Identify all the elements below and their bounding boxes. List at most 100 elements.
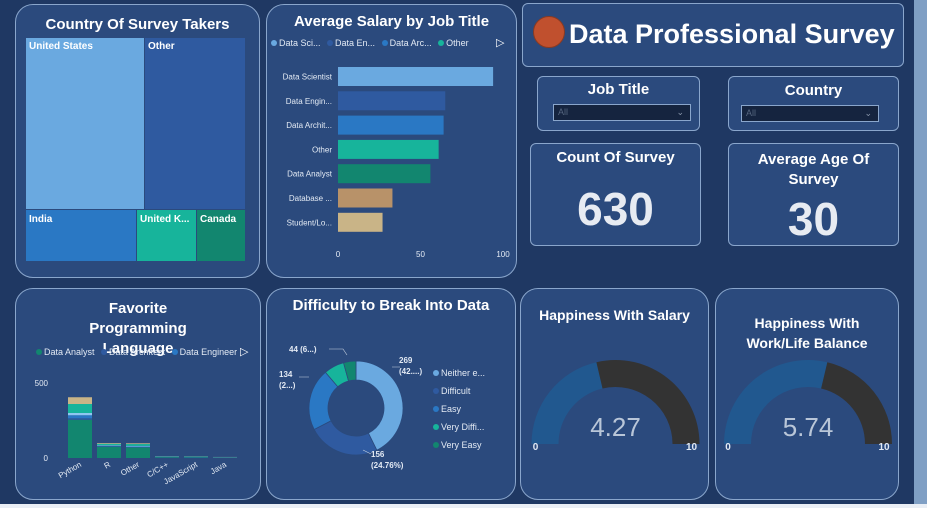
donut-slice <box>313 420 378 456</box>
x-tick-label: R <box>102 460 112 471</box>
language-bar-segment <box>97 446 121 458</box>
difficulty-card: Difficulty to Break Into Data 269 (42....… <box>266 288 516 500</box>
gauge-max-label: 10 <box>878 442 890 453</box>
language-legend: Data Analyst Data Architect Data Enginee… <box>36 347 241 357</box>
language-bar-segment <box>68 415 92 419</box>
salary-bar <box>338 139 439 159</box>
treemap-tile-canada[interactable]: Canada <box>197 210 245 261</box>
legend-item[interactable]: Easy <box>433 400 485 418</box>
language-bar-segment <box>97 445 121 446</box>
language-bar-segment <box>68 418 92 420</box>
salary-bar <box>338 67 494 86</box>
language-bar-segment <box>68 413 92 416</box>
x-tick-label: Other <box>119 460 141 478</box>
y-tick-label: Data Archit... <box>286 121 332 130</box>
data-label: 44 (6...) <box>289 345 317 354</box>
country-dropdown[interactable]: All ⌄ <box>741 105 879 122</box>
country-card: Country Of Survey Takers United States O… <box>15 4 260 278</box>
salary-bar-chart[interactable]: Data Scientist Data Engin... Data Archit..… <box>267 45 517 275</box>
job-title-value: All <box>558 107 569 117</box>
leader-line <box>329 348 348 356</box>
job-title-label: Job Title <box>587 81 650 98</box>
country-label: Country <box>784 82 843 99</box>
language-bar-segment <box>126 446 150 448</box>
y-tick-label: Student/Lo... <box>287 218 332 227</box>
window-right-edge <box>914 0 927 508</box>
country-treemap[interactable]: United States Other India United K... Ca… <box>26 38 245 261</box>
logo-icon <box>533 16 565 48</box>
chevron-down-icon: ⌄ <box>676 107 684 117</box>
happiness-salary-title: Happiness With Salary <box>539 307 690 323</box>
balance-gauge[interactable]: 5.74 0 10 <box>716 334 899 494</box>
data-label: (24.76%) <box>371 461 404 470</box>
treemap-label: United States <box>29 41 93 52</box>
gauge-value-label: 5.74 <box>783 412 834 442</box>
country-card-title: Country Of Survey Takers <box>45 16 230 33</box>
salary-card: Average Salary by Job Title Data Sci... … <box>266 4 517 278</box>
salary-bar <box>338 188 393 208</box>
header-banner: Data Professional Survey <box>522 3 904 67</box>
happiness-balance-card: Happiness With Work/Life Balance 5.74 0 10 <box>715 288 899 500</box>
language-bar-segment <box>126 445 150 447</box>
play-icon[interactable]: ▷ <box>240 345 248 358</box>
legend-item[interactable]: Very Easy <box>433 436 485 454</box>
treemap-label: Canada <box>200 214 237 225</box>
difficulty-legend: Neither e... Difficult Easy Very Diffi..… <box>433 364 485 454</box>
language-bar-segment <box>155 457 179 458</box>
gauge-min-label: 0 <box>533 442 539 453</box>
gauge-min-label: 0 <box>725 442 731 453</box>
age-kpi-label: Average Age Of Survey <box>757 151 870 188</box>
y-tick-label: Other <box>312 145 332 154</box>
legend-item[interactable]: Data Analyst <box>36 347 95 357</box>
x-tick-label: Python <box>57 460 83 480</box>
age-kpi-value: 30 <box>787 193 840 245</box>
x-tick-label: 0 <box>336 250 341 259</box>
salary-gauge[interactable]: 4.27 0 10 <box>521 334 709 494</box>
y-tick-label: Data Engin... <box>286 97 332 106</box>
y-tick-label: Data Scientist <box>283 73 333 82</box>
legend-item[interactable]: Difficult <box>433 382 485 400</box>
difficulty-card-title: Difficulty to Break Into Data <box>292 297 490 314</box>
treemap-label: Other <box>148 41 175 52</box>
legend-item[interactable]: Very Diffi... <box>433 418 485 436</box>
data-label: 156 <box>371 450 385 459</box>
y-tick-label: 0 <box>44 454 49 463</box>
window-bottom-edge <box>0 504 927 508</box>
treemap-tile-us[interactable]: United States <box>26 38 144 209</box>
salary-bar <box>338 91 446 111</box>
legend-item[interactable]: Neither e... <box>433 364 485 382</box>
language-bar-segment <box>68 404 92 413</box>
job-title-dropdown[interactable]: All ⌄ <box>553 104 691 121</box>
treemap-tile-india[interactable]: India <box>26 210 136 261</box>
x-tick-label: 50 <box>416 250 425 259</box>
chevron-down-icon: ⌄ <box>864 108 872 118</box>
x-tick-label: 100 <box>496 250 510 259</box>
treemap-tile-other[interactable]: Other <box>145 38 245 209</box>
count-kpi-value: 630 <box>577 183 654 235</box>
language-bar-segment <box>68 397 92 404</box>
y-tick-label: Database ... <box>289 194 332 203</box>
data-label: (42....) <box>399 367 422 376</box>
gauge-value-label: 4.27 <box>590 412 641 442</box>
language-bar-segment <box>97 443 121 444</box>
country-value: All <box>746 108 757 118</box>
language-bar-segment <box>68 419 92 458</box>
data-label: 269 <box>399 356 413 365</box>
y-tick-label: Data Analyst <box>287 170 333 179</box>
language-bar-segment <box>126 444 150 446</box>
legend-item[interactable]: Data Engineer <box>171 347 237 357</box>
treemap-tile-uk[interactable]: United K... <box>137 210 196 261</box>
salary-card-title: Average Salary by Job Title <box>293 13 490 30</box>
data-label: (2...) <box>279 381 296 390</box>
page-title: Data Professional Survey <box>569 19 895 49</box>
legend-item[interactable]: Data Architect <box>101 347 165 357</box>
language-bar-segment <box>97 443 121 446</box>
salary-bar <box>338 212 383 232</box>
x-tick-label: JavaScript <box>162 460 200 487</box>
language-bar-segment <box>126 447 150 458</box>
language-bar-chart[interactable]: 0500Python R Other C/C++JavaScript Java <box>16 367 261 497</box>
treemap-label: India <box>29 214 53 225</box>
salary-bar <box>338 115 444 135</box>
happiness-salary-card: Happiness With Salary 4.27 0 10 <box>520 288 709 500</box>
salary-bar <box>338 164 431 184</box>
